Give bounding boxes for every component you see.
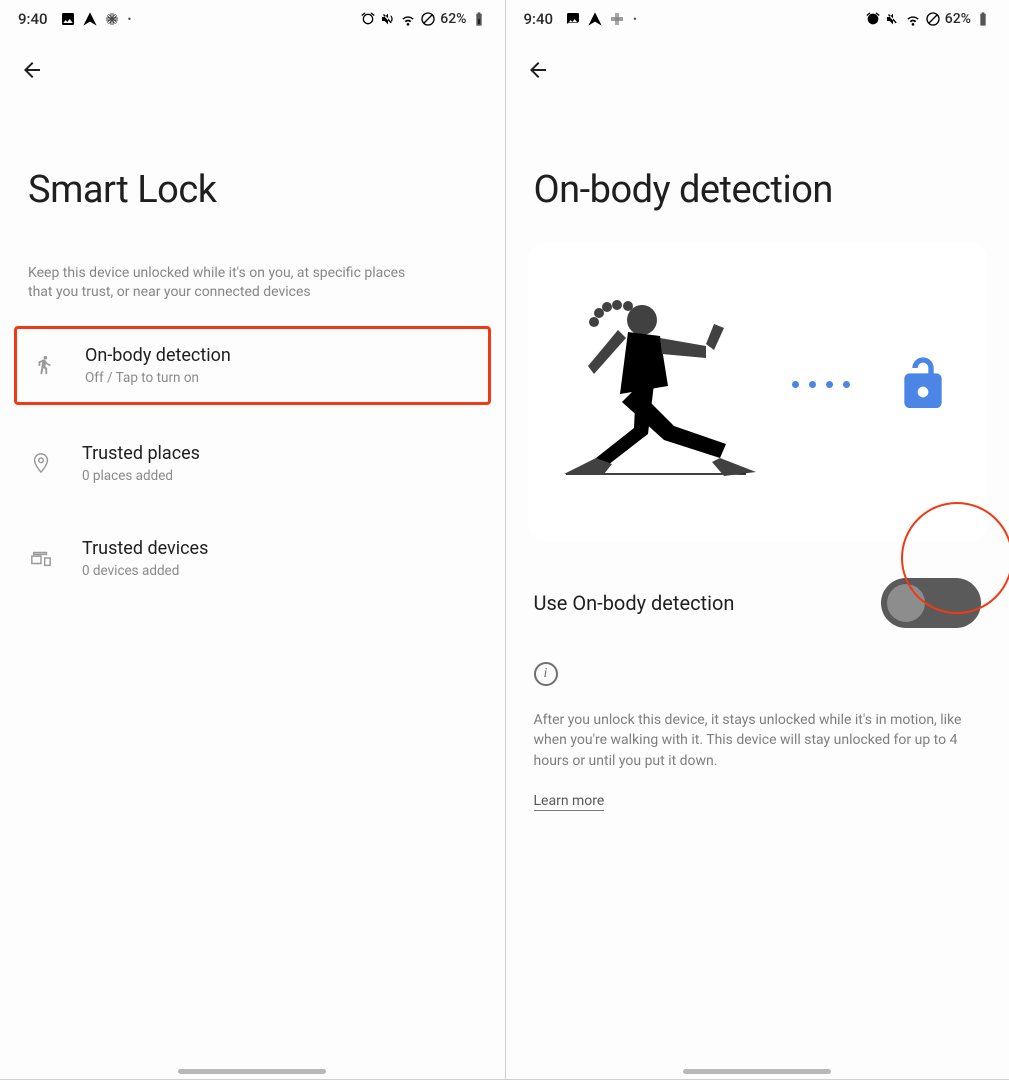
on-body-toggle[interactable] [881,578,981,628]
status-bar: 9:40 • 62% [0,0,505,38]
item-trusted-places[interactable]: Trusted places 0 places added [14,427,491,500]
item-on-body-detection[interactable]: On-body detection Off / Tap to turn on [14,326,491,405]
learn-more-link[interactable]: Learn more [534,793,605,811]
send-icon [587,11,603,27]
more-dot-icon: • [126,13,132,26]
toggle-label: Use On-body detection [534,591,735,615]
alarm-icon [360,11,376,27]
status-bar: 9:40 • 62% [506,0,1009,38]
item-subtitle: Off / Tap to turn on [85,370,231,386]
alarm-icon [865,11,881,27]
item-trusted-devices[interactable]: Trusted devices 0 devices added [14,522,491,595]
wifi-icon [905,11,921,27]
back-button[interactable] [18,56,46,84]
hash-icon [104,11,120,27]
picture-icon [565,11,581,27]
status-left: 9:40 • [18,10,131,28]
nav-handle[interactable] [683,1069,831,1074]
blocked-icon [925,11,941,27]
picture-icon [60,11,76,27]
runner-icon [556,284,756,484]
screen-on-body-detection: 9:40 • 62% On-body detection [505,0,1009,1080]
walk-icon [31,352,57,378]
send-icon [82,11,98,27]
status-time: 9:40 [18,10,48,28]
battery-icon [975,11,991,27]
status-time: 9:40 [524,10,554,28]
item-title: On-body detection [85,345,231,366]
item-title: Trusted places [82,443,200,464]
battery-percent: 62% [440,11,466,27]
page-subtitle: Keep this device unlocked while it's on … [0,212,460,302]
page-title: Smart Lock [0,86,505,212]
hash-icon [609,11,625,27]
item-subtitle: 0 places added [82,468,200,484]
battery-icon [471,11,487,27]
screen-smart-lock: 9:40 • 62% Smart Lock Keep this device u… [0,0,505,1080]
item-title: Trusted devices [82,538,208,559]
page-title: On-body detection [506,86,1009,212]
devices-icon [28,545,54,571]
toggle-knob [887,584,925,622]
illustration-card [528,242,988,542]
arrow-left-icon [526,58,550,82]
blocked-icon [420,11,436,27]
status-right: 62% [865,11,991,27]
status-right: 62% [360,11,486,27]
item-subtitle: 0 devices added [82,563,208,579]
mute-icon [885,11,901,27]
info-icon: i [534,662,558,686]
nav-handle[interactable] [178,1069,326,1074]
back-button[interactable] [524,56,552,84]
more-dot-icon: • [631,13,637,26]
unlock-icon [887,348,959,420]
mute-icon [380,11,396,27]
wifi-icon [400,11,416,27]
dots-icon [792,381,850,388]
description: After you unlock this device, it stays u… [506,686,1009,771]
place-icon [28,450,54,476]
arrow-left-icon [20,58,44,82]
battery-percent: 62% [945,11,971,27]
settings-list: On-body detection Off / Tap to turn on T… [0,302,505,595]
status-left: 9:40 • [524,10,637,28]
